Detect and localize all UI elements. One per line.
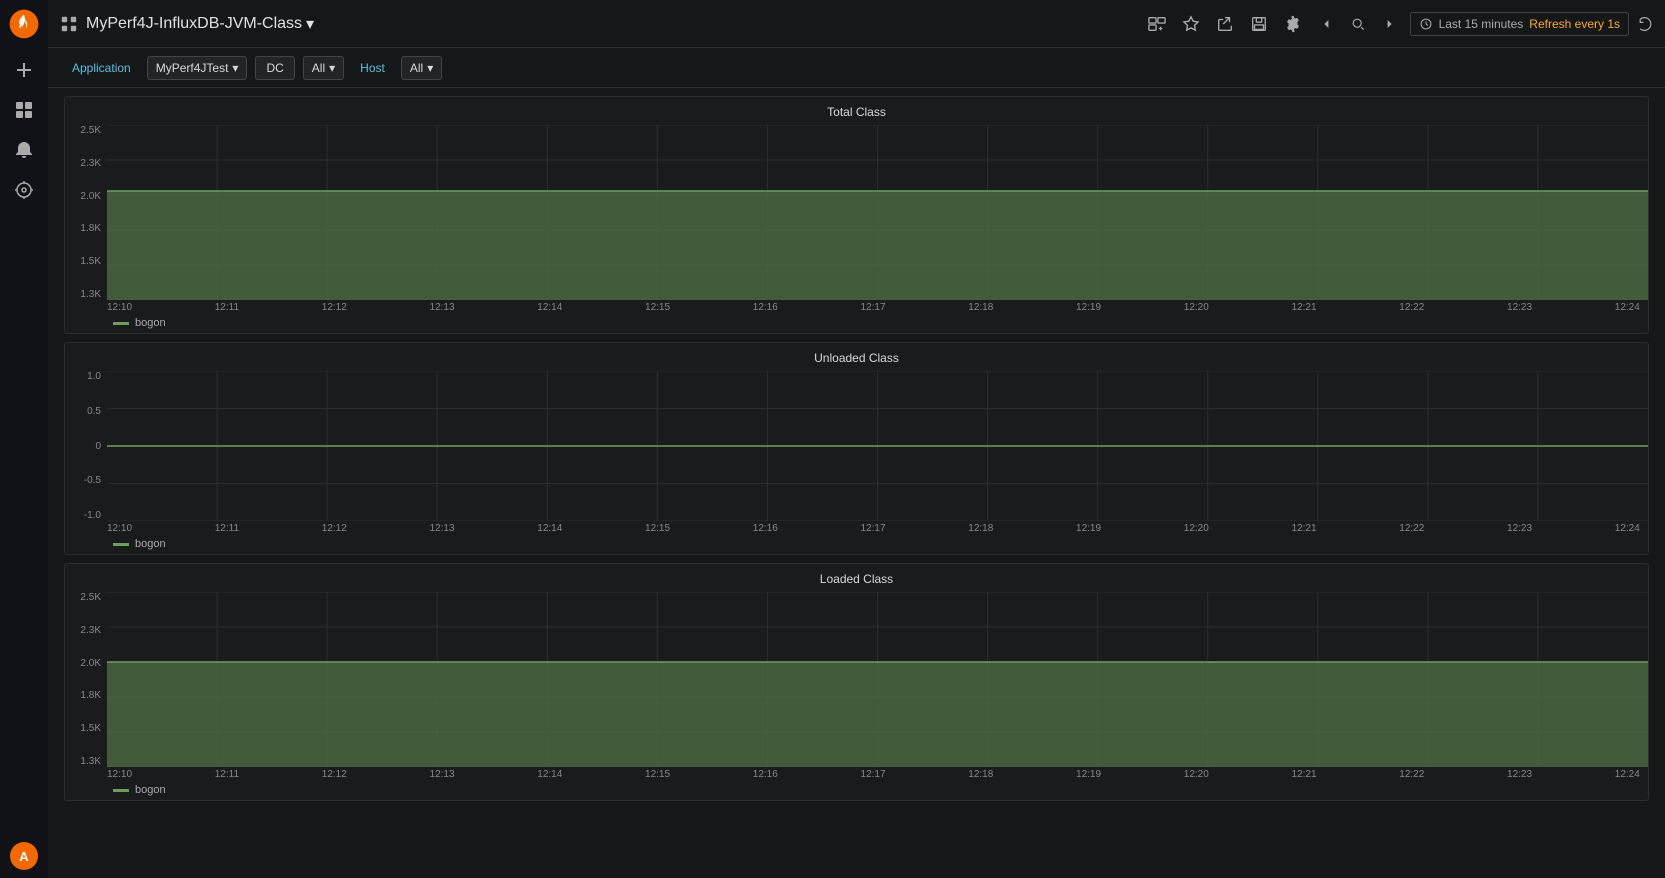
sidebar-logo[interactable] xyxy=(8,8,40,40)
total-class-panel: Total Class 1.3K 1.5K 1.8K 2.0K 2.3K 2.5… xyxy=(64,96,1649,334)
unloaded-class-chart xyxy=(107,371,1648,521)
grid-icon[interactable] xyxy=(60,15,78,33)
total-class-title: Total Class xyxy=(65,105,1648,119)
unloaded-class-legend: bogon xyxy=(65,534,1648,550)
application-dropdown[interactable]: MyPerf4JTest ▾ xyxy=(147,56,248,80)
sidebar-item-configuration[interactable] xyxy=(6,172,42,208)
prev-button[interactable] xyxy=(1314,12,1338,36)
loaded-class-y-axis: 1.3K 1.5K 1.8K 2.0K 2.3K 2.5K xyxy=(65,592,107,767)
zoom-button[interactable] xyxy=(1346,12,1370,36)
add-panel-button[interactable] xyxy=(1144,11,1170,37)
sidebar-item-dashboards[interactable] xyxy=(6,92,42,128)
legend-line-icon xyxy=(113,322,129,325)
legend-bogon-label: bogon xyxy=(135,538,166,550)
unloaded-class-x-axis: 12:10 12:11 12:12 12:13 12:14 12:15 12:1… xyxy=(107,521,1640,534)
refresh-label: Refresh every 1s xyxy=(1529,17,1620,31)
host-dropdown-chevron: ▾ xyxy=(427,61,433,75)
topbar: MyPerf4J-InfluxDB-JVM-Class ▾ xyxy=(48,0,1665,48)
settings-button[interactable] xyxy=(1280,11,1306,37)
total-class-y-axis: 1.3K 1.5K 1.8K 2.0K 2.3K 2.5K xyxy=(65,125,107,300)
host-dropdown[interactable]: All ▾ xyxy=(401,56,442,80)
sidebar: A xyxy=(0,0,48,878)
dropdown-chevron: ▾ xyxy=(306,14,314,34)
save-button[interactable] xyxy=(1246,11,1272,37)
application-label: Application xyxy=(64,57,139,79)
loaded-class-panel: Loaded Class 1.3K 1.5K 1.8K 2.0K 2.3K 2.… xyxy=(64,563,1649,801)
legend-line-icon xyxy=(113,789,129,792)
topbar-actions: Last 15 minutes Refresh every 1s xyxy=(1144,11,1653,37)
sidebar-item-alerts[interactable] xyxy=(6,132,42,168)
unloaded-class-title: Unloaded Class xyxy=(65,351,1648,365)
loaded-class-legend: bogon xyxy=(65,780,1648,796)
dc-dropdown-chevron: ▾ xyxy=(329,61,335,75)
legend-bogon-label: bogon xyxy=(135,784,166,796)
dc-button[interactable]: DC xyxy=(255,56,294,80)
loaded-class-x-axis: 12:10 12:11 12:12 12:13 12:14 12:15 12:1… xyxy=(107,767,1640,780)
time-range-picker[interactable]: Last 15 minutes Refresh every 1s xyxy=(1410,12,1629,36)
share-button[interactable] xyxy=(1212,11,1238,37)
loaded-class-title: Loaded Class xyxy=(65,572,1648,586)
unloaded-class-panel: Unloaded Class -1.0 -0.5 0 0.5 1.0 xyxy=(64,342,1649,555)
legend-line-icon xyxy=(113,543,129,546)
unloaded-class-y-axis: -1.0 -0.5 0 0.5 1.0 xyxy=(65,371,107,521)
star-button[interactable] xyxy=(1178,11,1204,37)
refresh-button[interactable] xyxy=(1637,16,1653,32)
host-label: Host xyxy=(352,57,393,79)
next-button[interactable] xyxy=(1378,12,1402,36)
filterbar: Application MyPerf4JTest ▾ DC All ▾ Host… xyxy=(48,48,1665,88)
time-range-text: Last 15 minutes xyxy=(1439,17,1524,31)
total-class-x-axis: 12:10 12:11 12:12 12:13 12:14 12:15 12:1… xyxy=(107,300,1640,313)
dashboard-title[interactable]: MyPerf4J-InfluxDB-JVM-Class ▾ xyxy=(86,14,314,34)
charts-area: Total Class 1.3K 1.5K 1.8K 2.0K 2.3K 2.5… xyxy=(48,88,1665,878)
main-content: MyPerf4J-InfluxDB-JVM-Class ▾ xyxy=(48,0,1665,878)
loaded-class-chart xyxy=(107,592,1648,767)
legend-bogon-label: bogon xyxy=(135,317,166,329)
total-class-legend: bogon xyxy=(65,313,1648,329)
app-dropdown-chevron: ▾ xyxy=(232,61,238,75)
total-class-chart xyxy=(107,125,1648,300)
dashboard-title-text: MyPerf4J-InfluxDB-JVM-Class xyxy=(86,15,302,33)
sidebar-avatar[interactable]: A xyxy=(10,842,38,870)
dc-dropdown[interactable]: All ▾ xyxy=(303,56,344,80)
sidebar-item-add[interactable] xyxy=(6,52,42,88)
